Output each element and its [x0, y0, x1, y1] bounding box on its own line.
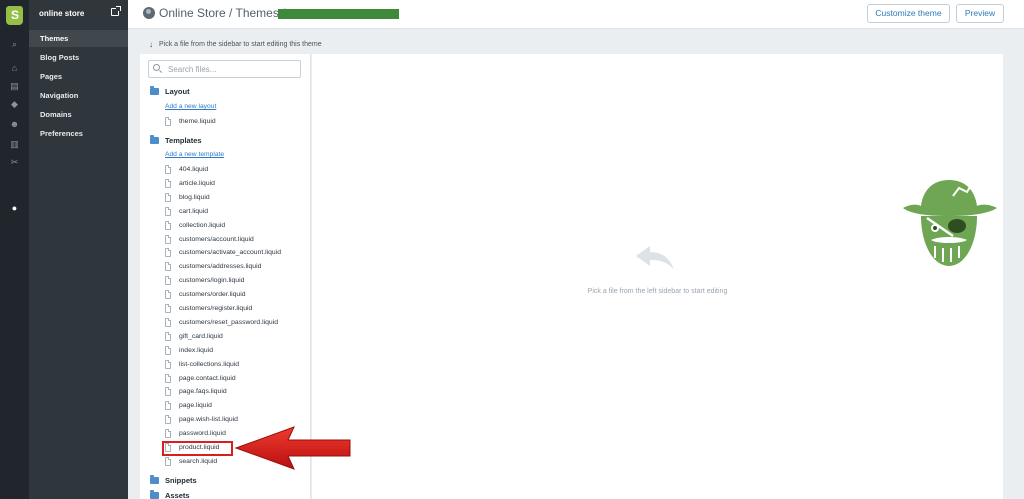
down-arrow-icon: ↓ [149, 40, 153, 49]
folder-icon [150, 135, 159, 144]
folder-icon [150, 490, 159, 499]
file-icon [165, 276, 171, 286]
file-name: theme.liquid [179, 118, 216, 125]
file-icon [165, 262, 171, 272]
nav-item-pages[interactable]: Pages [29, 68, 128, 85]
file-name: gift_card.liquid [179, 332, 223, 340]
nav-item-domains[interactable]: Domains [29, 106, 128, 123]
folder-label: Layout [165, 87, 190, 96]
hint-text: Pick a file from the sidebar to start ed… [159, 41, 322, 48]
folder-icon [150, 86, 159, 95]
file-name: customers/register.liquid [179, 305, 253, 312]
nav-item-navigation[interactable]: Navigation [29, 87, 128, 104]
pirate-mascot-logo [903, 180, 997, 266]
file-icon [165, 387, 171, 397]
file-icon [165, 206, 171, 216]
preview-button[interactable]: Preview [956, 4, 1004, 23]
folder-icon [150, 475, 159, 484]
add-template-link[interactable]: Add a new template [165, 151, 224, 158]
icon-rail: S ⌕ ⌂ ▤ ◆ ☻ ▥ ✂ ● [0, 0, 29, 499]
file-icon [165, 165, 171, 174]
file-name: cart.liquid [179, 207, 209, 215]
customers-icon[interactable]: ☻ [9, 120, 20, 129]
shopify-logo-icon[interactable]: S [6, 6, 23, 25]
file-icon [165, 429, 171, 439]
nav-item-themes[interactable]: Themes [29, 30, 128, 47]
add-layout-link[interactable]: Add a new layout [165, 103, 216, 110]
search-icon [153, 64, 160, 71]
file-icon [165, 415, 171, 425]
search-placeholder: Search files... [168, 65, 217, 74]
external-link-icon[interactable] [111, 6, 121, 16]
file-icon [165, 290, 171, 300]
file-name: page.contact.liquid [179, 374, 236, 382]
file-icon [165, 401, 171, 411]
red-arrow-annotation [234, 426, 351, 470]
file-icon [165, 373, 171, 383]
file-name: index.liquid [179, 346, 214, 354]
file-name: customers/account.liquid [179, 235, 254, 243]
file-name: blog.liquid [179, 193, 210, 201]
file-name: customers/order.liquid [179, 291, 246, 299]
file-icon [165, 234, 171, 244]
folder-label: Snippets [165, 476, 197, 485]
file-icon [165, 117, 171, 126]
empty-state-text: Pick a file from the left sidebar to sta… [587, 288, 728, 295]
file-name: search.liquid [179, 457, 218, 465]
file-name: customers/login.liquid [179, 277, 245, 285]
file-icon [165, 304, 171, 313]
file-name: customers/addresses.liquid [179, 263, 262, 271]
file-icon [165, 331, 171, 341]
nav-item-blog-posts[interactable]: Blog Posts [29, 49, 128, 66]
file-name: page.faqs.liquid [179, 388, 227, 396]
search-files-input[interactable]: Search files... [148, 60, 301, 78]
file-icon [165, 317, 171, 327]
orders-icon[interactable]: ▤ [9, 82, 20, 91]
file-icon [165, 345, 171, 355]
file-icon [165, 359, 171, 369]
file-icon [165, 178, 171, 188]
folder-label: Templates [165, 136, 202, 145]
online-store-globe-icon [143, 7, 155, 19]
file-name: 404.liquid [179, 166, 209, 173]
nav-item-preferences[interactable]: Preferences [29, 125, 128, 142]
file-icon [165, 220, 171, 230]
store-name[interactable]: online store [39, 9, 84, 18]
editor-hint: ↓ Pick a file from the sidebar to start … [128, 40, 1024, 52]
file-name: article.liquid [179, 179, 215, 187]
back-arrow-icon [636, 246, 674, 270]
online-store-icon[interactable]: ● [9, 204, 20, 213]
product-liquid-highlight-box [162, 441, 233, 456]
file-name: list-collections.liquid [179, 360, 240, 368]
discounts-icon[interactable]: ✂ [9, 158, 20, 167]
file-icon [165, 192, 171, 202]
folder-label: Assets [165, 491, 190, 499]
file-name: collection.liquid [179, 221, 226, 229]
breadcrumb[interactable]: Online Store / Themes / [159, 6, 286, 20]
online-store-nav: online store Themes Blog Posts Pages Nav… [29, 0, 128, 499]
home-icon[interactable]: ⌂ [9, 64, 20, 73]
file-icon [165, 248, 171, 258]
file-name: page.wish-list.liquid [179, 416, 238, 424]
top-bar: Online Store / Themes / Customize theme … [128, 0, 1024, 29]
search-icon[interactable]: ⌕ [9, 40, 20, 49]
file-name: page.liquid [179, 402, 212, 410]
customize-theme-button[interactable]: Customize theme [867, 4, 950, 23]
file-name: customers/activate_account.liquid [179, 249, 282, 257]
editor-area: Pick a file from the left sidebar to sta… [312, 54, 1003, 499]
file-name: password.liquid [179, 430, 226, 438]
products-icon[interactable]: ◆ [9, 100, 20, 109]
analytics-icon[interactable]: ▥ [9, 140, 20, 149]
redacted-theme-name [278, 9, 399, 19]
file-name: customers/reset_password.liquid [179, 318, 278, 326]
file-icon [165, 456, 171, 466]
